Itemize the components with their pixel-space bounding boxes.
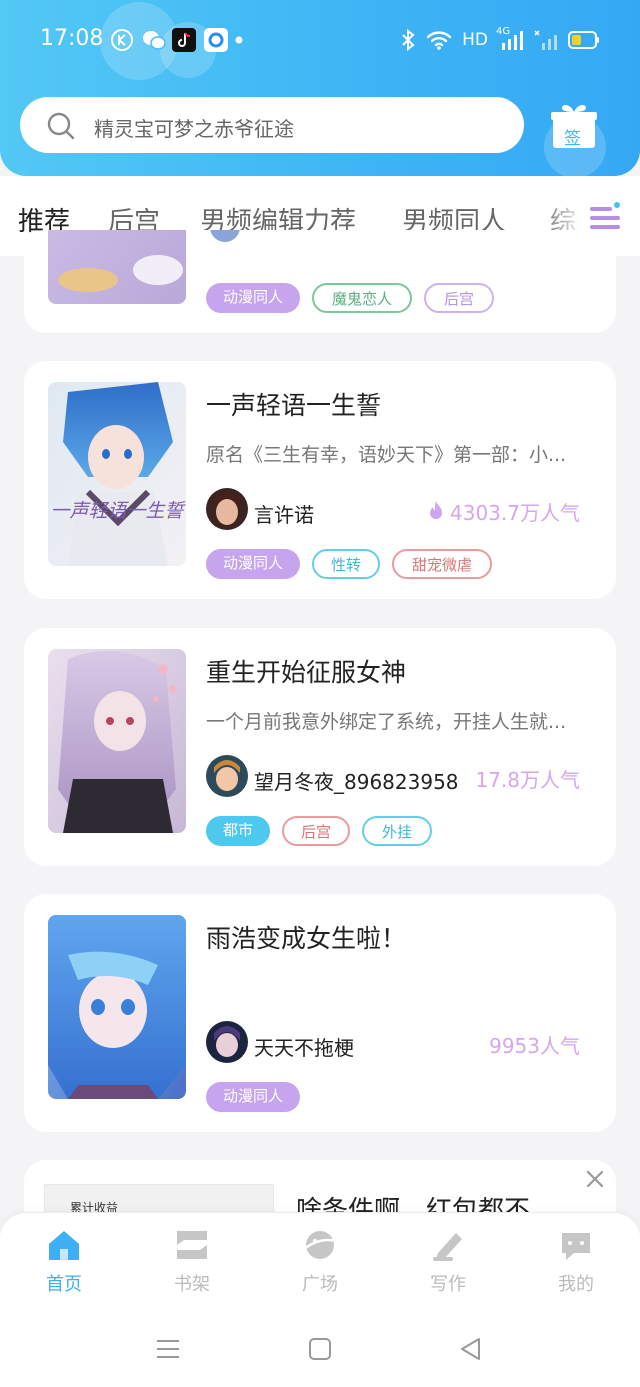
bottom-navigation: 首页 书架 广场 写作 我的 [0,1212,640,1308]
book-cover [48,230,186,304]
home-square-icon[interactable] [305,1334,335,1364]
nav-home[interactable]: 首页 [0,1213,128,1309]
status-time: 17:08 [40,26,104,51]
nav-bookshelf[interactable]: 书架 [128,1213,256,1309]
menu-lines-icon[interactable] [153,1334,183,1364]
signal-4g-icon: 4G [496,26,526,52]
popularity-count: 4303.7万人气 [428,497,580,526]
app-header: 17:08 HD 4G 精灵宝可梦之赤爷征途 签 [0,0,640,178]
system-navigation-bar [0,1308,640,1387]
book-card[interactable]: 动漫同人 魔鬼恋人 后宫 [24,230,616,333]
bookshelf-icon [177,1231,207,1259]
book-tag[interactable]: 甜宠微虐 [392,549,492,579]
author-name[interactable]: 天天不拖梗 [254,1032,354,1061]
book-description: 一个月前我意外绑定了系统，开挂人生就... [206,711,567,733]
author-name[interactable]: 望月冬夜_896823958 [254,766,459,795]
chat-bubble-icon [562,1233,590,1260]
book-title[interactable]: 雨浩变成女生啦！ [206,919,406,955]
book-tag[interactable]: 外挂 [362,816,432,846]
book-card[interactable]: 一声轻语一生誓 一声轻语一生誓 原名《三生有幸，语妙天下》第一部：小... 言许… [24,361,616,599]
bluetooth-icon [400,28,416,52]
search-placeholder: 精灵宝可梦之赤爷征途 [94,117,294,141]
book-cover: 一声轻语一生誓 [48,382,186,566]
nav-label: 首页 [46,1274,82,1295]
network-gen-label: 4G [496,26,511,37]
author-name[interactable]: 言许诺 [254,499,314,528]
checkin-gift-button[interactable]: 签 [550,102,598,150]
nav-mine[interactable]: 我的 [512,1213,640,1309]
book-tag[interactable]: 动漫同人 [206,1082,300,1112]
popularity-value: 17.8万人气 [475,768,580,792]
popularity-value: 4303.7万人气 [450,501,580,525]
book-card[interactable]: 雨浩变成女生啦！ 天天不拖梗 9953人气 动漫同人 [24,894,616,1132]
close-icon [586,1170,604,1188]
checkin-label: 签 [564,129,581,149]
nav-label: 写作 [430,1274,466,1295]
search-bar[interactable]: 精灵宝可梦之赤爷征途 [20,97,524,153]
book-tag[interactable]: 动漫同人 [206,283,300,313]
search-icon [47,112,75,140]
app-notification-icon [204,28,228,52]
nav-label: 书架 [174,1274,210,1295]
book-tag[interactable]: 性转 [312,549,380,579]
notification-k-icon [110,28,134,52]
nav-square[interactable]: 广场 [256,1213,384,1309]
menu-icon [590,202,620,229]
wechat-icon [142,28,166,52]
ad-close-button[interactable] [584,1168,606,1190]
book-card[interactable]: 重生开始征服女神 一个月前我意外绑定了系统，开挂人生就... 望月冬夜_8968… [24,628,616,866]
more-dot-icon [234,28,244,52]
book-tag[interactable]: 后宫 [424,283,494,313]
home-icon [49,1231,79,1260]
book-tag[interactable]: 都市 [206,816,270,846]
signal-2-icon [534,28,558,52]
book-cover [48,915,186,1099]
book-cover [48,649,186,833]
back-triangle-icon[interactable] [456,1334,486,1364]
nav-write[interactable]: 写作 [384,1213,512,1309]
status-bar: 17:08 HD 4G [0,22,640,58]
author-avatar[interactable] [206,755,248,797]
author-avatar[interactable] [206,1021,248,1063]
network-hd-label: HD [462,30,488,50]
popularity-value: 9953人气 [489,1034,580,1058]
wifi-icon [426,28,452,52]
pen-icon [433,1233,462,1261]
book-description: 原名《三生有幸，语妙天下》第一部：小... [206,444,567,466]
author-avatar [210,230,240,242]
nav-label: 我的 [558,1274,594,1295]
category-menu-button[interactable] [588,200,622,234]
book-title[interactable]: 一声轻语一生誓 [206,386,381,422]
author-avatar[interactable] [206,488,248,530]
fire-icon [430,501,443,519]
book-title[interactable]: 重生开始征服女神 [206,653,406,689]
book-tag[interactable]: 魔鬼恋人 [312,283,412,313]
nav-label: 广场 [302,1274,338,1295]
book-tag[interactable]: 动漫同人 [206,549,300,579]
battery-icon [568,28,600,52]
cover-title: 一声轻语一生誓 [50,500,186,522]
book-tag[interactable]: 后宫 [282,816,350,846]
planet-icon [303,1231,337,1259]
tiktok-icon [172,28,196,52]
